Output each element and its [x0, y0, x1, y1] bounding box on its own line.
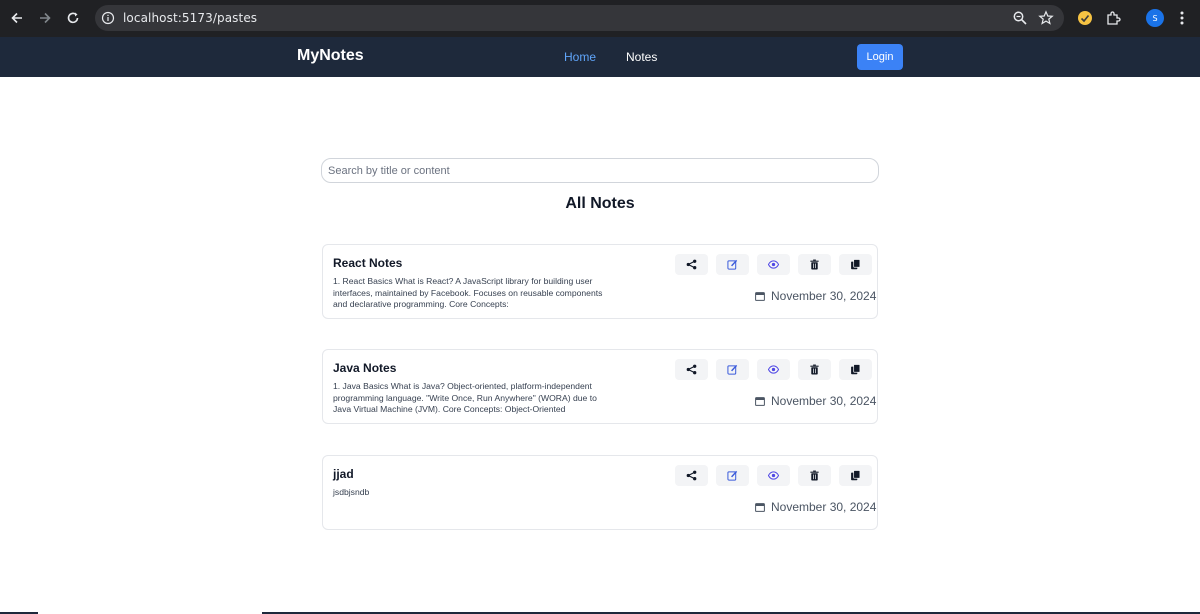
share-button[interactable] [675, 254, 708, 275]
note-card: jjad jsdbjsndb November 30, 2024 [322, 455, 878, 530]
delete-button[interactable] [798, 254, 831, 275]
view-button[interactable] [757, 465, 790, 486]
brand-logo[interactable]: MyNotes [297, 47, 364, 65]
copy-button[interactable] [839, 254, 872, 275]
note-actions [675, 359, 872, 380]
note-content: 1. React Basics What is React? A JavaScr… [333, 276, 603, 309]
address-bar[interactable]: localhost:5173/pastes [95, 5, 1064, 31]
extension-icon[interactable] [1077, 10, 1093, 26]
share-icon [686, 364, 697, 375]
note-title: Java Notes [333, 361, 397, 375]
copy-icon [851, 259, 861, 270]
trash-icon [810, 364, 819, 375]
edit-button[interactable] [716, 359, 749, 380]
extensions-puzzle-icon[interactable] [1105, 10, 1121, 26]
note-date: November 30, 2024 [755, 289, 876, 303]
site-info-icon[interactable] [101, 11, 115, 25]
reload-icon[interactable] [64, 9, 82, 27]
note-card: React Notes 1. React Basics What is Reac… [322, 244, 878, 319]
view-button[interactable] [757, 254, 790, 275]
forward-icon[interactable] [36, 9, 54, 27]
share-button[interactable] [675, 465, 708, 486]
bookmark-star-icon[interactable] [1038, 10, 1054, 26]
calendar-icon [755, 292, 765, 301]
nav-link-notes[interactable]: Notes [626, 50, 657, 64]
share-button[interactable] [675, 359, 708, 380]
edit-button[interactable] [716, 465, 749, 486]
copy-icon [851, 364, 861, 375]
delete-button[interactable] [798, 359, 831, 380]
trash-icon [810, 470, 819, 481]
browser-menu-icon[interactable] [1176, 9, 1188, 27]
copy-button[interactable] [839, 359, 872, 380]
note-actions [675, 465, 872, 486]
url-text[interactable]: localhost:5173/pastes [123, 11, 257, 25]
page-title: All Notes [565, 195, 635, 212]
eye-icon [768, 471, 779, 480]
share-icon [686, 259, 697, 270]
delete-button[interactable] [798, 465, 831, 486]
note-date: November 30, 2024 [755, 394, 876, 408]
back-icon[interactable] [8, 9, 26, 27]
note-date: November 30, 2024 [755, 500, 876, 514]
calendar-icon [755, 397, 765, 406]
view-button[interactable] [757, 359, 790, 380]
nav-link-home[interactable]: Home [564, 50, 596, 64]
note-date-text: November 30, 2024 [771, 500, 877, 514]
search-input[interactable] [321, 158, 879, 183]
note-card: Java Notes 1. Java Basics What is Java? … [322, 349, 878, 424]
edit-icon [727, 470, 738, 481]
note-content: jsdbjsndb [333, 487, 370, 497]
zoom-icon[interactable] [1012, 10, 1028, 26]
edit-button[interactable] [716, 254, 749, 275]
login-button[interactable]: Login [857, 44, 903, 70]
note-date-text: November 30, 2024 [771, 394, 877, 408]
note-title: React Notes [333, 256, 403, 270]
calendar-icon [755, 503, 765, 512]
profile-avatar[interactable]: S [1146, 9, 1164, 27]
edit-icon [727, 259, 738, 270]
copy-icon [851, 470, 861, 481]
app-navbar: MyNotes Home Notes Login [0, 37, 1200, 77]
note-content: 1. Java Basics What is Java? Object-orie… [333, 381, 597, 414]
edit-icon [727, 364, 738, 375]
note-actions [675, 254, 872, 275]
share-icon [686, 470, 697, 481]
note-date-text: November 30, 2024 [771, 289, 877, 303]
trash-icon [810, 259, 819, 270]
note-title: jjad [333, 467, 354, 481]
copy-button[interactable] [839, 465, 872, 486]
eye-icon [768, 365, 779, 374]
browser-toolbar: localhost:5173/pastes S [0, 0, 1200, 37]
eye-icon [768, 260, 779, 269]
